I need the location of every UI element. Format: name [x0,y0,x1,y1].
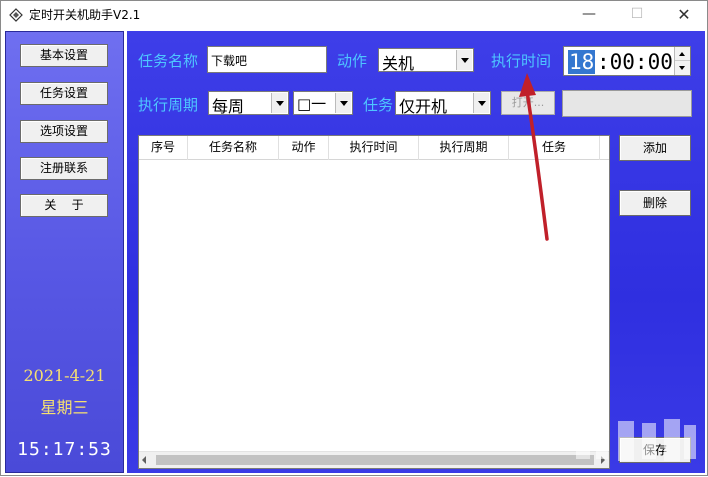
task-settings-panel: 任务名称 下载吧 动作 关机 执行时间 18 :00:00 执行周期 每周 □一… [127,31,705,473]
scrollbar-thumb[interactable] [156,455,594,465]
action-label: 动作 [337,52,368,70]
task-list[interactable]: 序号 任务名称 动作 执行时间 执行周期 任务 [138,135,610,469]
scroll-right-icon[interactable] [601,456,605,464]
horizontal-scrollbar[interactable] [139,451,609,468]
exec-time-label: 执行时间 [491,52,552,70]
column-header-exec-time[interactable]: 执行时间 [329,136,419,160]
spin-down-icon[interactable] [675,61,690,75]
action-select-value: 关机 [382,54,415,73]
chevron-down-icon[interactable] [271,93,287,113]
sidebar-button-basic-settings[interactable]: 基本设置 [20,44,108,67]
current-clock: 15:17:53 [17,439,112,460]
add-button[interactable]: 添加 [619,135,691,161]
task-name-input[interactable]: 下载吧 [207,46,327,73]
sidebar-button-task-settings[interactable]: 任务设置 [20,82,108,105]
period-select[interactable]: 每周 [208,91,289,116]
period-select-value: 每周 [212,97,245,116]
task-name-label: 任务名称 [138,52,199,70]
delete-button[interactable]: 删除 [619,190,691,216]
chevron-down-icon[interactable] [473,93,489,113]
exec-period-label: 执行周期 [138,96,199,114]
column-header-action[interactable]: 动作 [279,136,329,160]
current-date: 2021-4-21 [23,366,106,385]
current-weekday: 星期三 [40,398,89,417]
close-button[interactable]: ✕ [661,1,707,29]
scroll-left-icon[interactable] [142,456,146,464]
exec-time-picker[interactable]: 18 :00:00 [563,46,691,76]
open-file-button[interactable]: 打开... [501,91,555,115]
column-header-index[interactable]: 序号 [139,136,188,160]
chevron-down-icon[interactable] [456,50,472,70]
column-header-task-name[interactable]: 任务名称 [188,136,279,160]
app-window: 定时开关机助手V2.1 — ☐ ✕ 基本设置 任务设置 选项设置 注册联系 关 … [0,0,708,476]
task-type-select[interactable]: 仅开机 [395,91,491,116]
task-type-select-value: 仅开机 [399,97,448,116]
save-button[interactable]: 保存 [619,437,691,463]
sidebar-button-about[interactable]: 关 于 [20,194,108,217]
window-title: 定时开关机助手V2.1 [29,8,141,22]
weekday-select-value: □一 [297,95,327,113]
program-path-field[interactable] [562,90,692,117]
chevron-down-icon[interactable] [335,93,351,113]
sidebar: 基本设置 任务设置 选项设置 注册联系 关 于 2021-4-21 星期三 15… [5,31,124,473]
time-hour-field[interactable]: 18 [568,50,596,74]
sidebar-button-option-settings[interactable]: 选项设置 [20,120,108,143]
task-type-label: 任务 [363,96,394,114]
column-header-task[interactable]: 任务 [509,136,600,160]
weekday-select[interactable]: □一 [293,91,353,115]
maximize-button[interactable]: ☐ [614,1,660,29]
column-header-exec-period[interactable]: 执行周期 [419,136,509,160]
time-spinner[interactable] [674,47,690,75]
task-list-header: 序号 任务名称 动作 执行时间 执行周期 任务 [139,136,609,160]
action-select[interactable]: 关机 [378,48,474,73]
minimize-button[interactable]: — [566,1,612,29]
app-logo-icon [9,8,23,22]
time-minute-second-field[interactable]: :00:00 [597,50,673,74]
spin-up-icon[interactable] [675,47,690,61]
sidebar-button-register-contact[interactable]: 注册联系 [20,157,108,180]
title-bar[interactable]: 定时开关机助手V2.1 — ☐ ✕ [1,1,707,29]
